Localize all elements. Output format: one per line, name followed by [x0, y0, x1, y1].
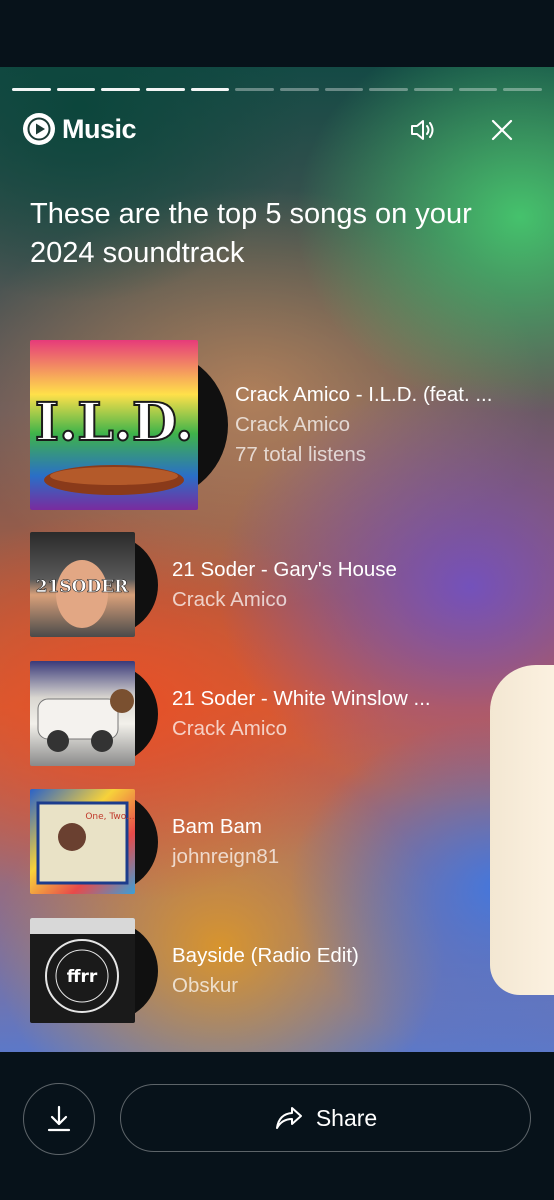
track-item-4[interactable]: One, Two... Bam Bam johnreign81	[30, 789, 279, 894]
album-cover: I.L.D.	[30, 340, 198, 510]
track-title: 21 Soder - White Winslow ...	[172, 686, 431, 710]
track-title: 21 Soder - Gary's House	[172, 557, 397, 581]
album-art-ffrr: ffrr	[30, 918, 135, 1013]
svg-text:ffrr: ffrr	[67, 967, 98, 987]
album-cover: 21SODER	[30, 532, 135, 637]
track-item-1[interactable]: I.L.D. Crack Amico - I.L.D. (feat. ... C…	[30, 340, 492, 510]
top-songs-list: I.L.D. Crack Amico - I.L.D. (feat. ... C…	[0, 67, 554, 1052]
download-icon	[47, 1105, 71, 1132]
track-artist: Crack Amico	[172, 587, 288, 611]
album-art-ild: I.L.D.	[34, 391, 194, 495]
svg-text:One, Two...: One, Two...	[85, 812, 134, 822]
story-card[interactable]: Music These are the top 5 songs on your …	[0, 67, 554, 1052]
track-item-2[interactable]: 21SODER 21 Soder - Gary's House Crack Am…	[30, 532, 397, 637]
track-artist: Crack Amico	[235, 413, 351, 436]
share-button[interactable]: Share	[120, 1084, 531, 1152]
track-artist: johnreign81	[172, 844, 280, 868]
svg-text:21SODER: 21SODER	[36, 577, 129, 597]
share-arrow-icon	[275, 1107, 302, 1129]
album-cover: One, Two...	[30, 789, 135, 894]
track-title: Crack Amico - I.L.D. (feat. ...	[235, 383, 493, 406]
status-bar	[0, 0, 554, 67]
album-cover: ffrr	[30, 918, 135, 1023]
track-item-5[interactable]: ffrr Bayside (Radio Edit) Obskur	[30, 918, 359, 1023]
album-art-white-car	[37, 689, 134, 752]
track-title: Bayside (Radio Edit)	[172, 943, 359, 967]
album-art-21soder: 21SODER	[35, 560, 129, 628]
track-item-3[interactable]: 21 Soder - White Winslow ... Crack Amico	[30, 661, 431, 766]
track-artist: Obskur	[172, 973, 239, 997]
album-cover	[30, 661, 135, 766]
share-button-label: Share	[315, 1104, 378, 1131]
download-button[interactable]	[23, 1083, 95, 1155]
svg-text:I.L.D.: I.L.D.	[35, 392, 193, 453]
track-listens: 77 total listens	[235, 443, 367, 466]
album-art-bam-bam: One, Two...	[36, 801, 135, 885]
track-artist: Crack Amico	[172, 716, 288, 740]
track-title: Bam Bam	[172, 814, 262, 838]
